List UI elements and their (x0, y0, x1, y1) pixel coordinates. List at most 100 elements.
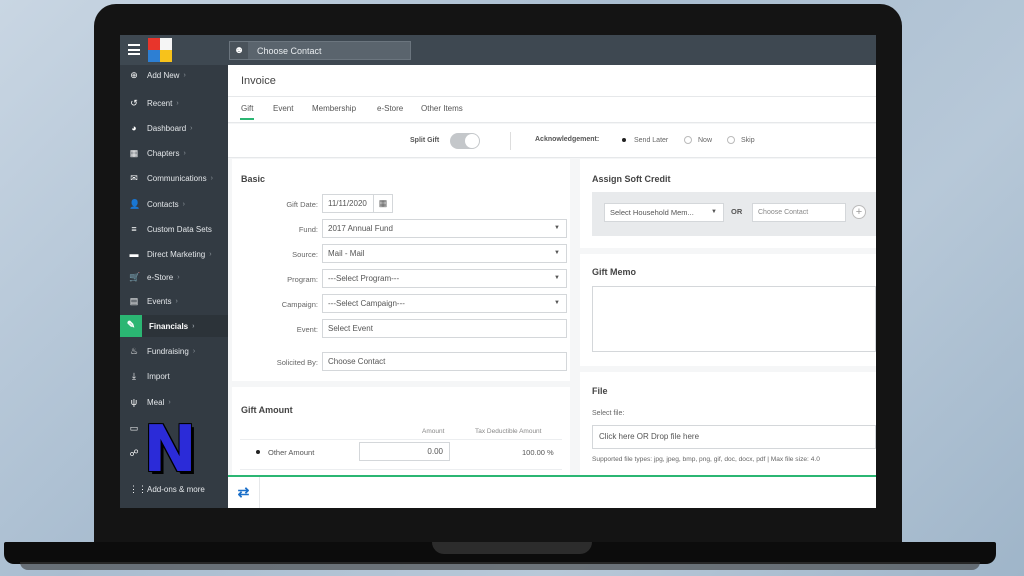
program-select[interactable]: ---Select Program--- ▼ (322, 269, 567, 288)
sidebar-item-label: Meal (147, 397, 165, 407)
split-gift-label: Split Gift (410, 137, 440, 144)
invoice-main: Invoice Gift Event Membership e-Store Ot… (228, 65, 876, 508)
section-gap (580, 366, 876, 372)
fund-value: 2017 Annual Fund (328, 224, 393, 233)
tab-membership[interactable]: Membership (312, 104, 356, 113)
fund-select[interactable]: 2017 Annual Fund ▼ (322, 219, 567, 238)
hamburger-menu-icon[interactable] (128, 44, 140, 55)
split-gift-toggle[interactable] (450, 133, 480, 149)
sidebar-item-label: Direct Marketing (147, 249, 206, 259)
right-panel: Assign Soft Credit Select Household Mem.… (580, 159, 876, 483)
sidebar-item-label: Dashboard (147, 123, 187, 133)
app-logo[interactable] (148, 38, 172, 62)
ack-now-radio[interactable]: Now (684, 136, 712, 144)
money-icon: ✎ (120, 315, 142, 337)
solicited-by-input[interactable]: Choose Contact (322, 352, 567, 371)
sidebar-item-direct-marketing[interactable]: ▬ Direct Marketing › (120, 243, 228, 265)
top-bar: ☻ Choose Contact (120, 35, 876, 65)
gift-date-input[interactable]: 11/11/2020 (322, 194, 374, 213)
sidebar-item-dashboard[interactable]: ◕ Dashboard › (120, 117, 228, 139)
choose-contact-text: Choose Contact (257, 45, 322, 56)
sidebar-item-recent[interactable]: ↺ Recent › (120, 92, 228, 114)
caret-down-icon: ▼ (554, 250, 560, 256)
envelope-icon: ✉ (130, 173, 138, 183)
sidebar-item-label: Fundraising (147, 346, 189, 356)
basic-panel: Basic Gift Date: 11/11/2020 ▦ Fund: 2017… (232, 159, 570, 483)
tab-e-store[interactable]: e-Store (377, 104, 403, 113)
sidebar-item-import[interactable]: ⤓ Import (120, 365, 228, 387)
people-icon: ☍ (129, 448, 139, 458)
ack-send-later-radio[interactable]: Send Later (620, 136, 668, 144)
sidebar-item-meal[interactable]: ψ Meal › (120, 391, 228, 413)
chevron-right-icon: › (210, 174, 213, 182)
other-amount-input[interactable]: 0.00 (359, 442, 450, 461)
ack-now-label: Now (698, 136, 713, 144)
sidebar-item-e-store[interactable]: 🛒 e-Store › (120, 266, 228, 288)
chevron-right-icon: › (192, 322, 195, 330)
solicited-by-label: Solicited By: (276, 358, 318, 367)
car-icon: ▬ (129, 249, 139, 259)
household-member-value: Select Household Mem... (610, 208, 694, 217)
sidebar-item-chapters[interactable]: ▦ Chapters › (120, 142, 228, 164)
gift-options-row: Split Gift Acknowledgement: Send Later N… (228, 124, 876, 158)
sidebar-item-events[interactable]: ▤ Events › (120, 290, 228, 312)
cart-icon: 🛒 (129, 272, 141, 282)
campaign-select[interactable]: ---Select Campaign--- ▼ (322, 294, 567, 313)
chevron-right-icon: › (176, 99, 179, 107)
caret-down-icon: ▼ (554, 300, 560, 306)
grid-icon: ▦ (129, 148, 139, 158)
tax-deductible-column-header: Tax Deductible Amount (475, 428, 542, 435)
chevron-right-icon: › (175, 297, 178, 305)
ack-skip-radio[interactable]: Skip (727, 136, 755, 144)
source-select[interactable]: Mail - Mail ▼ (322, 244, 567, 263)
gift-amount-section-title: Gift Amount (241, 405, 293, 415)
plus-circle-icon: ⊕ (130, 70, 138, 80)
bullet-icon (256, 450, 260, 454)
chevron-right-icon: › (209, 250, 212, 258)
choose-contact-search[interactable]: ☻ Choose Contact (229, 41, 411, 60)
chevron-right-icon: › (182, 200, 185, 208)
utensils-icon: ψ (130, 397, 138, 407)
app-screen: ☻ Choose Contact ⊕ Add New › ↺ Recent › ◕ Dashb… (120, 35, 876, 508)
sidebar-item-label: Contacts (147, 199, 179, 209)
campaign-value: ---Select Campaign--- (328, 299, 405, 308)
program-value: ---Select Program--- (328, 274, 400, 283)
page-title: Invoice (241, 75, 276, 87)
user-icon: 👤 (129, 199, 141, 209)
fund-label: Fund: (298, 225, 318, 234)
soft-credit-contact-input[interactable]: Choose Contact (752, 203, 846, 222)
tab-gift[interactable]: Gift (239, 104, 255, 120)
chevron-right-icon: › (192, 347, 196, 355)
gift-memo-textarea[interactable] (592, 286, 876, 352)
sidebar-item-custom-data-sets[interactable]: ≡ Custom Data Sets (120, 218, 228, 240)
laptop-notch (432, 542, 592, 554)
select-file-label: Select file: (592, 410, 625, 417)
caret-down-icon: ▼ (554, 275, 560, 281)
sidebar-item-label: e-Store (147, 272, 174, 282)
file-dropzone[interactable]: Click here OR Drop file here (592, 425, 876, 449)
tab-other-items[interactable]: Other Items (421, 104, 463, 113)
sidebar-item-financials[interactable]: ✎ Financials › (120, 315, 228, 337)
invoice-header: Invoice (228, 65, 876, 97)
history-icon: ↺ (130, 98, 138, 108)
event-input[interactable]: Select Event (322, 319, 567, 338)
radio-dot (684, 136, 692, 144)
calendar-icon[interactable]: ▦ (374, 194, 393, 213)
add-soft-credit-plus-icon[interactable]: + (852, 205, 866, 219)
tab-event[interactable]: Event (273, 104, 293, 113)
back-arrow-icon[interactable]: ⇄ (228, 477, 260, 508)
sidebar-item-communications[interactable]: ✉ Communications › (120, 167, 228, 189)
soft-credit-box: Select Household Mem... ▼ OR Choose Cont… (592, 192, 876, 236)
moneybag-icon: ♨ (129, 346, 139, 356)
database-icon: ≡ (131, 224, 137, 234)
sidebar-item-label: Custom Data Sets (147, 224, 212, 234)
gift-memo-section-title: Gift Memo (592, 267, 636, 277)
sidebar-item-add-new[interactable]: ⊕ Add New › (120, 64, 228, 86)
sidebar-item-fundraising[interactable]: ♨ Fundraising › (120, 340, 228, 362)
household-member-select[interactable]: Select Household Mem... ▼ (604, 203, 724, 222)
chevron-right-icon: › (168, 398, 171, 406)
apps-icon: ⋮⋮ (129, 484, 147, 494)
caret-down-icon: ▼ (554, 225, 560, 231)
sidebar-item-label: Import (147, 371, 170, 381)
sidebar-item-contacts[interactable]: 👤 Contacts › (120, 193, 228, 215)
